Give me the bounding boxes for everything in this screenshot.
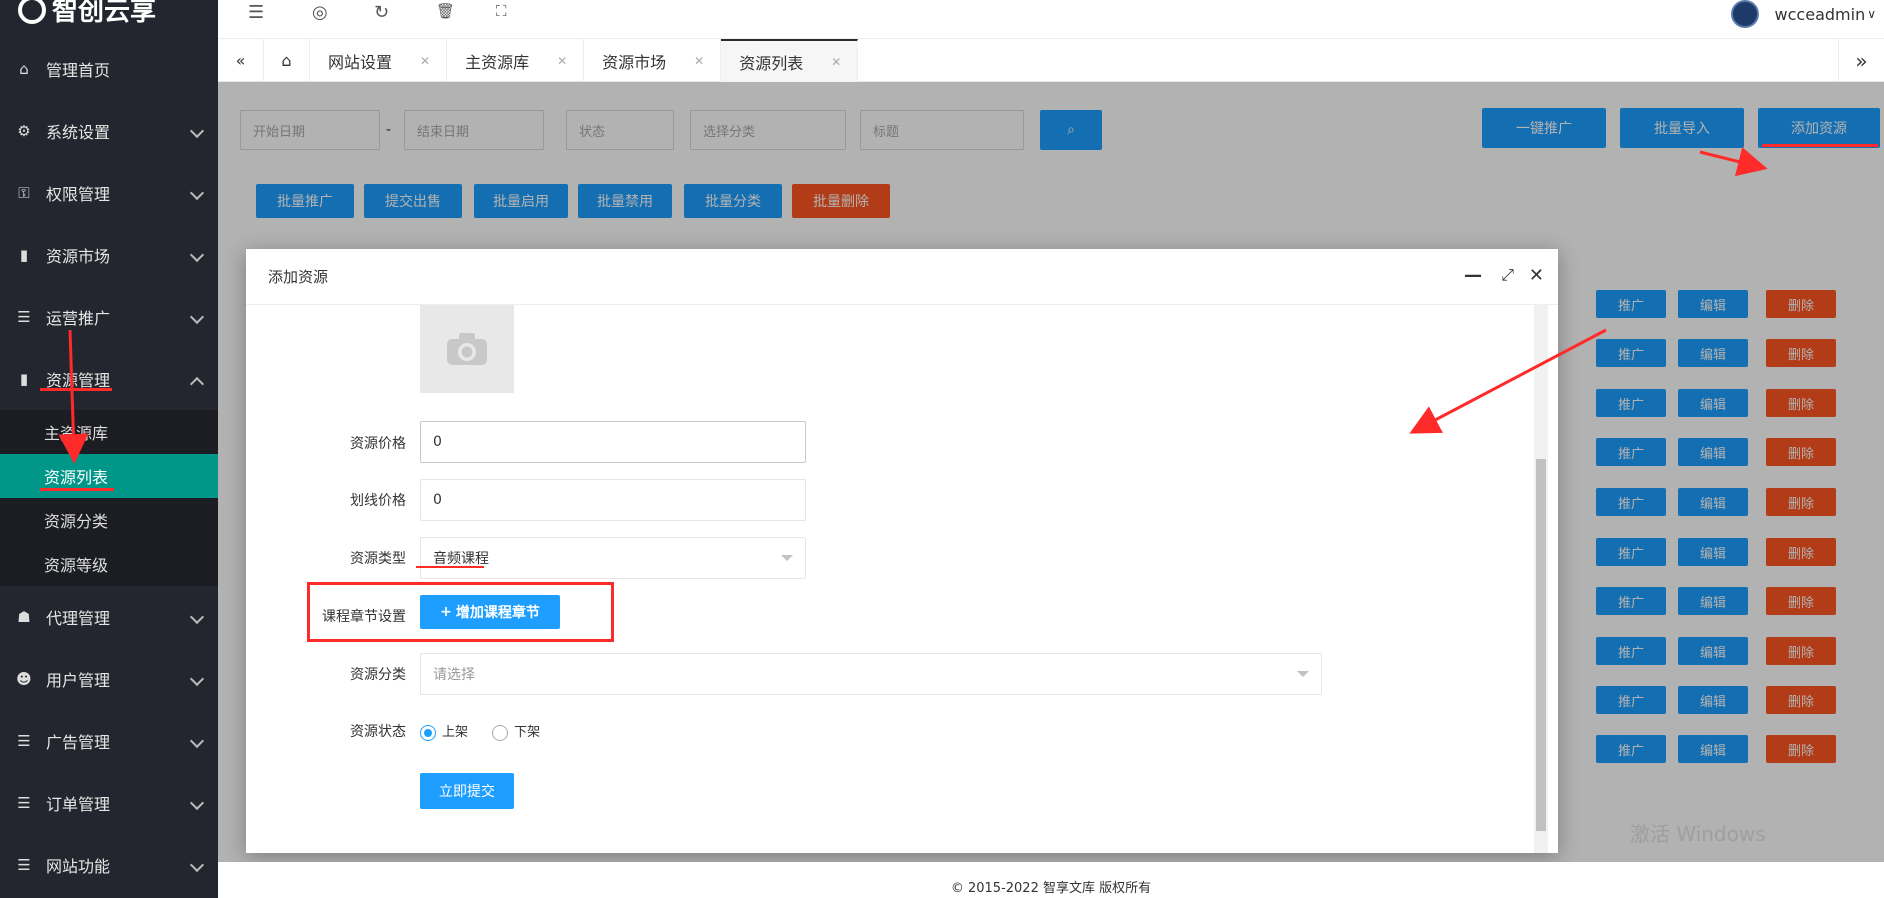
annotation-arrow — [1409, 328, 1607, 434]
annotation-arrow — [58, 329, 89, 464]
annotation-arrow — [1699, 147, 1768, 177]
annotation-arrows — [58, 147, 1768, 464]
